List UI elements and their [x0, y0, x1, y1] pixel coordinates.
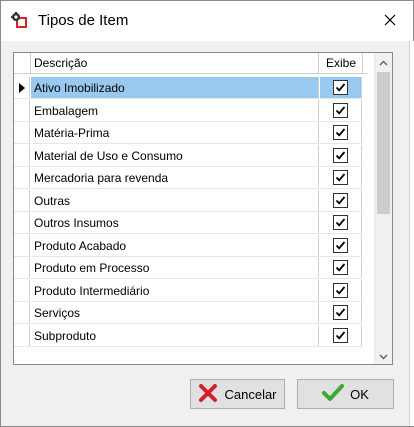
cell-exibe[interactable]	[320, 302, 362, 324]
chevron-down-icon	[379, 349, 388, 363]
cell-descricao[interactable]: Material de Uso e Consumo	[31, 145, 319, 167]
title-bar: Tipos de Item	[1, 1, 413, 41]
cell-descricao[interactable]: Matéria-Prima	[31, 122, 319, 144]
check-icon	[322, 383, 345, 405]
header-indicator-cell	[14, 53, 31, 73]
window-title: Tipos de Item	[38, 12, 129, 29]
cell-exibe[interactable]	[320, 212, 362, 234]
current-row-arrow-icon	[19, 83, 25, 93]
exibe-checkbox[interactable]	[333, 170, 348, 185]
cell-descricao[interactable]: Outros Insumos	[31, 212, 319, 234]
exibe-checkbox[interactable]	[333, 193, 348, 208]
scroll-down-button[interactable]	[375, 347, 392, 364]
table-row[interactable]: Ativo Imobilizado	[14, 77, 368, 99]
row-indicator[interactable]	[14, 122, 30, 144]
exibe-checkbox[interactable]	[333, 215, 348, 230]
exibe-checkbox[interactable]	[333, 260, 348, 275]
exibe-checkbox[interactable]	[333, 148, 348, 163]
ok-label: OK	[350, 386, 369, 402]
grid-header: Descrição Exibe	[14, 53, 368, 74]
cell-descricao[interactable]: Ativo Imobilizado	[31, 77, 319, 99]
vertical-scrollbar[interactable]	[374, 53, 392, 364]
row-indicator[interactable]	[14, 325, 30, 347]
exibe-checkbox[interactable]	[333, 328, 348, 343]
column-header-exibe[interactable]: Exibe	[320, 53, 363, 73]
row-indicator[interactable]	[14, 280, 30, 302]
window-edge	[409, 41, 414, 426]
close-icon	[384, 14, 396, 29]
exibe-checkbox[interactable]	[333, 80, 348, 95]
exibe-checkbox[interactable]	[333, 238, 348, 253]
cell-exibe[interactable]	[320, 100, 362, 122]
table-row[interactable]: Produto em Processo	[14, 257, 368, 279]
cell-descricao[interactable]: Mercadoria para revenda	[31, 167, 319, 189]
row-indicator[interactable]	[14, 77, 30, 99]
table-row[interactable]: Material de Uso e Consumo	[14, 145, 368, 167]
row-indicator[interactable]	[14, 167, 30, 189]
item-types-grid[interactable]: Descrição Exibe Ativo Imobilizado Embalag…	[13, 52, 393, 365]
row-indicator[interactable]	[14, 235, 30, 257]
app-settings-icon	[11, 12, 28, 29]
cell-exibe[interactable]	[320, 122, 362, 144]
row-indicator[interactable]	[14, 100, 30, 122]
table-row[interactable]: Outras	[14, 190, 368, 212]
table-row[interactable]: Matéria-Prima	[14, 122, 368, 144]
chevron-up-icon	[379, 55, 388, 69]
cell-exibe[interactable]	[320, 77, 362, 99]
cancel-label: Cancelar	[224, 386, 277, 402]
cell-descricao[interactable]: Produto Intermediário	[31, 280, 319, 302]
scroll-thumb[interactable]	[377, 72, 390, 214]
exibe-checkbox[interactable]	[333, 283, 348, 298]
exibe-checkbox[interactable]	[333, 125, 348, 140]
table-row[interactable]: Subproduto	[14, 325, 368, 347]
cell-descricao[interactable]: Serviços	[31, 302, 319, 324]
row-indicator[interactable]	[14, 190, 30, 212]
table-row[interactable]: Mercadoria para revenda	[14, 167, 368, 189]
cell-exibe[interactable]	[320, 325, 362, 347]
cell-exibe[interactable]	[320, 145, 362, 167]
table-row[interactable]: Produto Acabado	[14, 235, 368, 257]
table-row[interactable]: Produto Intermediário	[14, 280, 368, 302]
row-indicator[interactable]	[14, 302, 30, 324]
row-indicator[interactable]	[14, 212, 30, 234]
cell-exibe[interactable]	[320, 257, 362, 279]
column-header-descricao[interactable]: Descrição	[31, 53, 319, 73]
cancel-button[interactable]: Cancelar	[190, 379, 285, 409]
cell-descricao[interactable]: Produto em Processo	[31, 257, 319, 279]
row-indicator[interactable]	[14, 257, 30, 279]
cell-exibe[interactable]	[320, 280, 362, 302]
scroll-up-button[interactable]	[375, 53, 392, 70]
dialog-window: Tipos de Item Descrição Exibe Ativo Imob…	[0, 0, 414, 427]
cell-exibe[interactable]	[320, 190, 362, 212]
close-button[interactable]	[367, 1, 413, 41]
x-icon	[198, 383, 218, 406]
table-row[interactable]: Serviços	[14, 302, 368, 324]
cell-descricao[interactable]: Subproduto	[31, 325, 319, 347]
cell-exibe[interactable]	[320, 235, 362, 257]
table-row[interactable]: Outros Insumos	[14, 212, 368, 234]
exibe-checkbox[interactable]	[333, 103, 348, 118]
cell-descricao[interactable]: Outras	[31, 190, 319, 212]
row-indicator[interactable]	[14, 145, 30, 167]
cell-exibe[interactable]	[320, 167, 362, 189]
ok-button[interactable]: OK	[297, 379, 394, 409]
cell-descricao[interactable]: Embalagem	[31, 100, 319, 122]
cell-descricao[interactable]: Produto Acabado	[31, 235, 319, 257]
table-row[interactable]: Embalagem	[14, 100, 368, 122]
exibe-checkbox[interactable]	[333, 305, 348, 320]
